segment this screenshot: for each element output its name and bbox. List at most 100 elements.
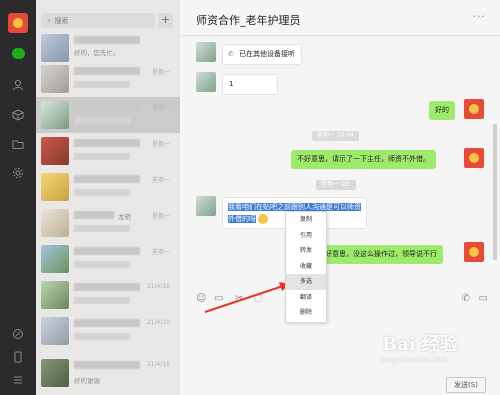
conversation-time: 21/4/10 xyxy=(146,361,170,368)
send-button[interactable]: 发送(S) xyxy=(446,377,486,393)
conversation-avatar xyxy=(41,245,69,273)
voice-call-icon[interactable]: ✆ xyxy=(462,293,470,304)
folder-icon[interactable] xyxy=(11,137,25,151)
contact-avatar[interactable] xyxy=(196,72,216,92)
conversation-preview: 好的谢谢 xyxy=(74,377,100,385)
left-nav-bar xyxy=(0,0,36,395)
my-message-bubble[interactable]: 不好意思，没这么操作过，领导说不行 xyxy=(312,245,443,264)
conversation-time: 星期一 xyxy=(151,213,170,220)
conversation-name xyxy=(74,139,140,147)
conversation-avatar xyxy=(41,101,69,129)
contact-avatar[interactable] xyxy=(196,196,216,216)
phone-icon[interactable] xyxy=(11,350,25,364)
menu-item-delete[interactable]: 删除 xyxy=(286,305,326,321)
conversation-time: 星期一 xyxy=(151,177,170,184)
conversation-preview xyxy=(74,117,130,124)
my-message-bubble[interactable]: 好的 xyxy=(429,101,455,120)
emoji-button-icon[interactable]: ☺ xyxy=(196,293,206,304)
conversation-item[interactable]: 21/4/10 xyxy=(36,313,180,349)
conversation-preview: 好的，您先忙。 xyxy=(74,49,120,57)
conversation-item[interactable]: 星期一 xyxy=(36,241,180,277)
conversation-avatar xyxy=(41,359,69,387)
menu-item-translate[interactable]: 翻译 xyxy=(286,290,326,306)
conversation-name xyxy=(74,283,140,291)
conversation-time: 21/4/10 xyxy=(146,319,170,326)
screenshot-button-icon[interactable]: ✂ xyxy=(235,293,243,304)
add-chat-button[interactable]: + xyxy=(158,13,173,28)
video-call-icon[interactable]: ▭ xyxy=(479,293,488,304)
conversation-avatar xyxy=(41,173,69,201)
conversation-item[interactable]: 21/4/10 xyxy=(36,277,180,313)
collections-icon[interactable] xyxy=(11,108,25,122)
message-text: 不好意思，请示了一下主任，师资不外借。 xyxy=(297,155,430,163)
conversation-preview xyxy=(74,153,130,160)
input-toolbar: ☺ ▭ ✂ ◌ ✆ ▭ xyxy=(180,287,500,309)
conversation-avatar xyxy=(41,65,69,93)
chat-title: 师资合作_老年护理员 xyxy=(196,14,301,27)
chat-icon[interactable] xyxy=(11,46,25,60)
watermark-url: jingyan.baidu.com xyxy=(382,356,447,364)
selected-text[interactable]: 外借的呀 xyxy=(228,215,256,223)
search-input[interactable] xyxy=(54,16,145,25)
menu-item-favorite[interactable]: 收藏 xyxy=(286,259,326,275)
conversation-avatar xyxy=(41,281,69,309)
message-text: 1 xyxy=(229,80,234,88)
message-text: 已在其他设备接听 xyxy=(239,50,295,58)
user-avatar[interactable] xyxy=(8,13,28,33)
conversation-preview xyxy=(74,189,130,196)
file-button-icon[interactable]: ▭ xyxy=(214,293,223,304)
conversation-item[interactable]: 星期一 xyxy=(36,61,180,97)
conversation-item[interactable]: 好的谢谢 21/4/10 xyxy=(36,355,180,391)
my-avatar[interactable] xyxy=(464,148,484,168)
menu-icon[interactable] xyxy=(11,373,25,387)
conversation-preview xyxy=(74,297,130,304)
conversation-time: 星期一 xyxy=(151,249,170,256)
conversation-preview xyxy=(74,333,130,340)
conversation-name xyxy=(74,361,140,369)
chat-scrollbar[interactable] xyxy=(493,124,497,260)
my-avatar[interactable] xyxy=(464,242,484,262)
conversation-time: 21/4/10 xyxy=(146,283,170,290)
mini-program-icon[interactable] xyxy=(11,327,25,341)
gear-icon[interactable] xyxy=(11,166,25,180)
message-bubble[interactable]: ✆ 已在其他设备接听 xyxy=(222,44,302,65)
contacts-icon[interactable] xyxy=(11,78,25,92)
conversation-avatar xyxy=(41,34,69,62)
contact-avatar[interactable] xyxy=(196,42,216,62)
chat-history-button-icon[interactable]: ◌ xyxy=(254,293,263,304)
search-box[interactable]: ⌕ xyxy=(41,13,155,28)
selected-text[interactable]: 我看咱们在贴吧之前跟别人沟通是可以师资 xyxy=(228,203,361,211)
conversation-name xyxy=(74,103,140,111)
my-avatar[interactable] xyxy=(464,99,484,119)
conversation-time: 星期一 xyxy=(151,141,170,148)
conversation-sidebar: ⌕ + 好的，您先忙。 星期一 星期一 星期一 星期一 龙艳 星期一 xyxy=(36,0,216,395)
phone-call-icon: ✆ xyxy=(228,50,234,58)
conversation-item-active[interactable]: 星期一 xyxy=(36,97,180,133)
conversation-item[interactable]: 星期一 xyxy=(36,169,180,205)
conversation-item[interactable]: 龙艳 星期一 xyxy=(36,205,180,241)
menu-item-quote[interactable]: 引用 xyxy=(286,228,326,244)
conversation-avatar xyxy=(41,137,69,165)
search-icon: ⌕ xyxy=(47,15,52,25)
more-options-button[interactable]: ··· xyxy=(473,10,487,23)
conversation-name xyxy=(74,175,140,183)
conversation-avatar xyxy=(41,209,69,237)
conversation-item[interactable]: 星期一 xyxy=(36,133,180,169)
timestamp: 星期一 10: xyxy=(316,180,356,190)
menu-item-copy[interactable]: 复制 xyxy=(286,212,326,228)
conversation-time: 星期一 xyxy=(151,69,170,76)
watermark: Bai 经验 jingyan.baidu.com xyxy=(382,330,492,375)
conversation-time: 星期一 xyxy=(151,105,170,112)
conversation-preview xyxy=(74,81,130,88)
message-text: 不好意思，没这么操作过，领导说不行 xyxy=(318,250,437,258)
menu-item-multi-select[interactable]: 多选 xyxy=(286,274,326,290)
conversation-name-text: 龙艳 xyxy=(118,213,131,221)
my-message-bubble[interactable]: 不好意思，请示了一下主任，师资不外借。 xyxy=(291,150,436,169)
message-bubble[interactable]: 1 xyxy=(222,74,278,95)
context-menu: 复制 引用 转发 收藏 多选 翻译 删除 xyxy=(285,211,327,323)
timestamp: 星期一 10:04 xyxy=(312,131,360,141)
conversation-name xyxy=(74,211,114,219)
conversation-name xyxy=(74,319,140,327)
menu-item-forward[interactable]: 转发 xyxy=(286,243,326,259)
chat-header: 师资合作_老年护理员 ··· xyxy=(180,0,500,36)
